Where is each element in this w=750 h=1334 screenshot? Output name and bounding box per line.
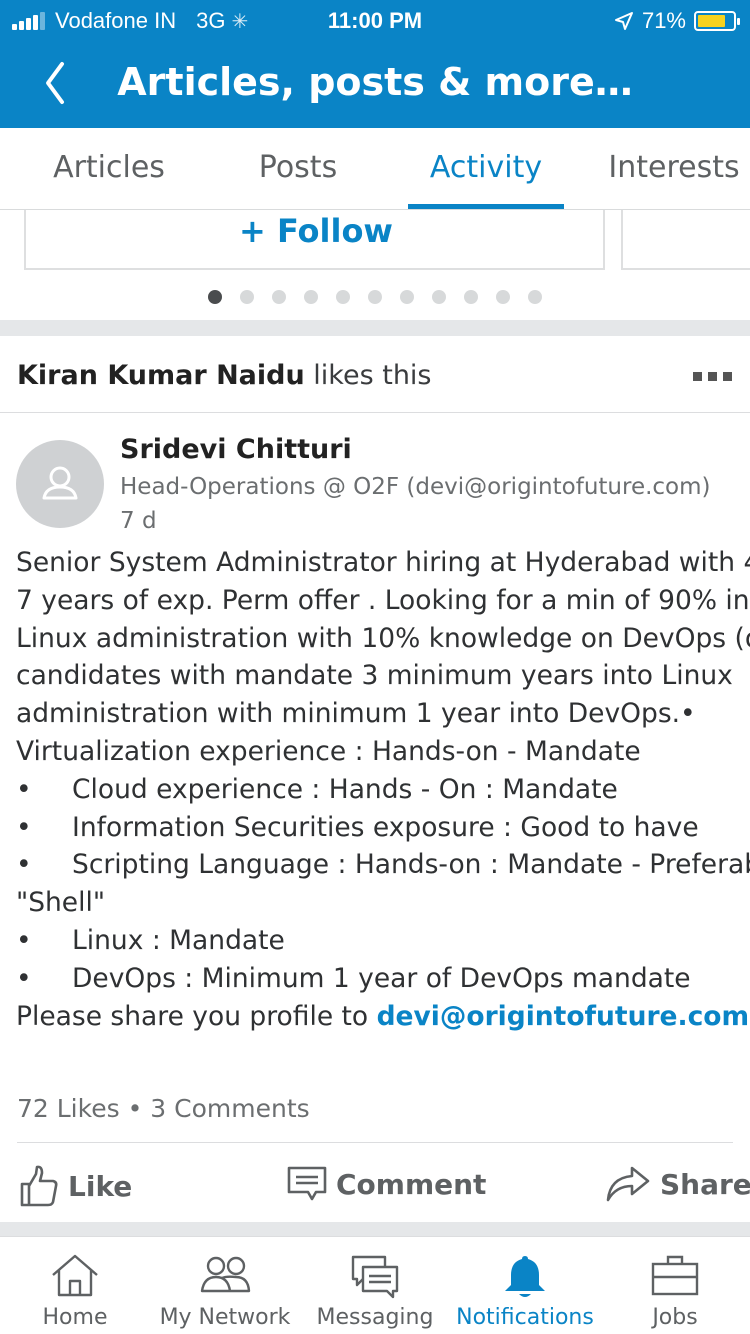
nav-my-network-label: My Network (159, 1305, 291, 1330)
bullet-text: Linux : Mandate (72, 924, 285, 956)
post-timestamp: 7 d (120, 508, 157, 534)
messaging-icon (351, 1255, 399, 1299)
nav-home[interactable]: Home (0, 1237, 150, 1334)
bullet-item: • Information Securities exposure : Good … (16, 809, 742, 847)
nav-messaging[interactable]: Messaging (300, 1237, 450, 1334)
page-title: Articles, posts & more… (117, 60, 633, 104)
location-arrow-icon (614, 12, 633, 30)
feed-post-card: Kiran Kumar Naidu likes this Sridevi Chi… (0, 336, 750, 1222)
comment-label: Comment (336, 1167, 487, 1201)
tab-bar: Articles Posts Activity Interests (0, 128, 750, 210)
share-label: Share (660, 1167, 750, 1201)
bullet-marker: • (16, 773, 32, 805)
carousel-dot[interactable] (496, 290, 510, 304)
carousel-dot[interactable] (304, 290, 318, 304)
bullet-text: DevOps : Minimum 1 year of DevOps mandat… (72, 962, 691, 994)
tab-posts[interactable]: Posts (218, 150, 378, 185)
post-line: administration with minimum 1 year into … (16, 698, 696, 730)
carousel-dot[interactable] (208, 290, 222, 304)
carousel-dot[interactable] (368, 290, 382, 304)
closing-line: Please share you profile to devi@origint… (16, 998, 749, 1036)
bullet-text: Information Securities exposure : Good t… (72, 811, 699, 843)
section-divider (0, 1222, 750, 1236)
thumbs-up-icon (20, 1165, 58, 1207)
bell-icon (505, 1256, 545, 1297)
avatar[interactable] (16, 440, 104, 528)
activity-header: Kiran Kumar Naidu likes this (17, 360, 432, 391)
battery-percent: 71% (641, 8, 686, 33)
suggestion-card: + Follow (24, 210, 605, 270)
carousel-dot[interactable] (336, 290, 350, 304)
nav-my-network[interactable]: My Network (150, 1237, 300, 1334)
suggestion-carousel: + Follow (0, 210, 750, 320)
nav-jobs-label: Jobs (652, 1305, 698, 1330)
bullet-marker: • (16, 962, 32, 994)
post-author[interactable]: Sridevi Chitturi (120, 434, 352, 465)
post-body: Senior System Administrator hiring at Hy… (16, 544, 750, 1036)
home-icon (52, 1254, 98, 1297)
nav-jobs[interactable]: Jobs (600, 1237, 750, 1334)
tab-articles[interactable]: Articles (0, 150, 218, 185)
nav-home-label: Home (42, 1305, 108, 1330)
nav-notifications-label: Notifications (456, 1305, 594, 1330)
active-tab-indicator (408, 204, 564, 209)
activity-actor[interactable]: Kiran Kumar Naidu (17, 360, 305, 391)
briefcase-icon (651, 1255, 699, 1296)
carousel-dot[interactable] (464, 290, 478, 304)
bottom-nav: Home My Network Messaging Notifications … (0, 1236, 750, 1334)
carousel-dot[interactable] (272, 290, 286, 304)
person-icon (42, 466, 78, 500)
email-link[interactable]: devi@origintofuture.com (377, 1001, 750, 1032)
post-line: candidates with mandate 3 minimum years … (16, 660, 733, 692)
social-counts: 72 Likes • 3 Comments (17, 1094, 310, 1123)
likes-count[interactable]: 72 Likes (17, 1094, 120, 1123)
bullet-text: Scripting Language : Hands-on : Mandate … (72, 849, 750, 881)
count-separator: • (127, 1094, 143, 1123)
post-line: Senior System Administrator hiring at Hy… (16, 547, 750, 578)
app-header: Vodafone IN 3G ✳ 11:00 PM 71% Articles, … (0, 0, 750, 128)
carousel-dot[interactable] (240, 290, 254, 304)
carousel-pagination (208, 290, 542, 304)
bullet-marker: • (16, 924, 32, 956)
suggestion-card-next (621, 210, 750, 270)
tab-interests[interactable]: Interests (596, 150, 750, 185)
comment-icon (287, 1166, 327, 1201)
bullet-marker: • (16, 811, 32, 843)
follow-button[interactable]: + Follow (26, 212, 606, 250)
header-divider (0, 412, 750, 413)
bullet-item: • Scripting Language : Hands-on : Mandate… (16, 846, 750, 884)
closing-text: Please share you profile to (16, 1000, 377, 1032)
tab-activity[interactable]: Activity (408, 150, 564, 185)
bullet-continuation: "Shell" (16, 887, 106, 919)
section-divider (0, 320, 750, 336)
like-label: Like (68, 1169, 133, 1203)
post-line: Linux administration with 10% knowledge … (16, 622, 750, 654)
bullet-text: Cloud experience : Hands - On : Mandate (72, 773, 618, 805)
comment-button[interactable]: Comment (286, 1164, 486, 1204)
people-icon (200, 1256, 251, 1293)
status-right: 71% (614, 8, 740, 34)
status-bar: Vodafone IN 3G ✳ 11:00 PM 71% (0, 0, 750, 40)
more-options-icon[interactable] (693, 372, 732, 381)
post-line: 7 years of exp. Perm offer . Looking for… (16, 584, 750, 616)
bullet-item: • Cloud experience : Hands - On : Mandate (16, 771, 742, 809)
bullet-marker: • (16, 849, 32, 881)
activity-action: likes this (313, 360, 432, 391)
actions-divider (17, 1142, 733, 1143)
carousel-dot[interactable] (432, 290, 446, 304)
bullet-item: • DevOps : Minimum 1 year of DevOps manda… (16, 960, 742, 998)
nav-notifications[interactable]: Notifications (450, 1237, 600, 1334)
like-button[interactable]: Like (18, 1164, 132, 1208)
share-arrow-icon (606, 1166, 650, 1202)
bullet-item: • Linux : Mandate (16, 922, 742, 960)
battery-icon (694, 11, 740, 31)
carousel-dot[interactable] (400, 290, 414, 304)
nav-messaging-label: Messaging (316, 1305, 434, 1330)
carousel-dot[interactable] (528, 290, 542, 304)
share-button[interactable]: Share (604, 1164, 750, 1204)
author-headline: Head-Operations @ O2F (devi@origintofutu… (120, 474, 711, 500)
comments-count[interactable]: 3 Comments (150, 1094, 309, 1123)
post-line: Virtualization experience : Hands-on - M… (16, 735, 641, 767)
